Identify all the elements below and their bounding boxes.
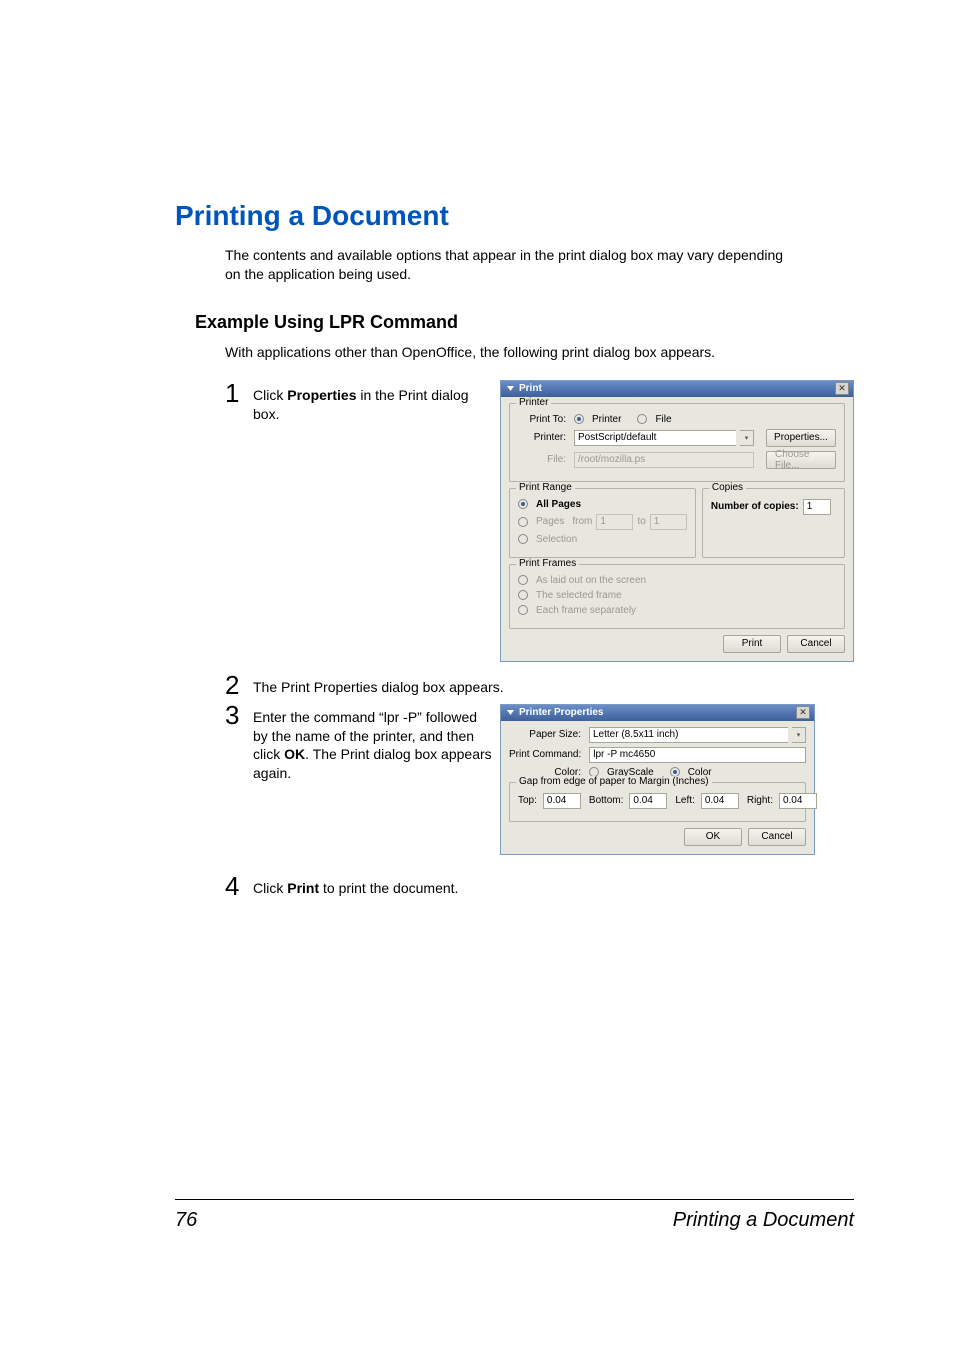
frame-3-radio bbox=[518, 605, 528, 615]
step-4-number: 4 bbox=[225, 873, 253, 899]
footer-page-number: 76 bbox=[175, 1209, 197, 1232]
choose-file-button: Choose File... bbox=[766, 451, 836, 469]
copies-legend: Copies bbox=[709, 482, 746, 493]
step-3-number: 3 bbox=[225, 702, 253, 784]
bottom-label: Bottom: bbox=[589, 795, 623, 806]
chevron-down-icon[interactable]: ▾ bbox=[792, 727, 806, 743]
close-icon[interactable]: ✕ bbox=[835, 382, 849, 395]
section-paragraph: With applications other than OpenOffice,… bbox=[225, 343, 785, 362]
print-range-groupbox: Print Range All Pages Pages from to bbox=[509, 488, 696, 558]
right-input[interactable] bbox=[779, 793, 817, 809]
pages-label: Pages bbox=[536, 516, 564, 527]
print-button[interactable]: Print bbox=[723, 635, 781, 653]
file-label: File: bbox=[518, 454, 566, 465]
from-input bbox=[596, 514, 633, 530]
close-icon[interactable]: ✕ bbox=[796, 706, 810, 719]
step-2-text: The Print Properties dialog box appears. bbox=[253, 672, 753, 697]
props-dialog-titlebar: Printer Properties ✕ bbox=[501, 705, 814, 721]
props-dialog-title: Printer Properties bbox=[519, 707, 796, 718]
ok-button[interactable]: OK bbox=[684, 828, 742, 846]
selection-radio bbox=[518, 534, 528, 544]
section-heading: Example Using LPR Command bbox=[195, 312, 854, 333]
frame-3-label: Each frame separately bbox=[536, 605, 636, 616]
file-radio-label: File bbox=[655, 414, 671, 425]
print-command-input[interactable] bbox=[589, 747, 806, 763]
file-radio[interactable] bbox=[637, 414, 647, 424]
intro-paragraph: The contents and available options that … bbox=[225, 246, 785, 284]
copies-input[interactable] bbox=[803, 499, 831, 515]
step-1-text: Click Properties in the Print dialog box… bbox=[253, 380, 493, 424]
print-range-legend: Print Range bbox=[516, 482, 575, 493]
step-4-text-c: to print the document. bbox=[319, 880, 458, 896]
printer-groupbox: Printer Print To: Printer File Printer: … bbox=[509, 403, 845, 482]
step-3-text: Enter the command “lpr -P” followed by t… bbox=[253, 702, 493, 784]
printer-radio-label: Printer bbox=[592, 414, 621, 425]
frame-1-label: As laid out on the screen bbox=[536, 575, 646, 586]
printer-properties-dialog: Printer Properties ✕ Paper Size: Letter … bbox=[500, 704, 815, 855]
cancel-button[interactable]: Cancel bbox=[787, 635, 845, 653]
dropdown-icon bbox=[505, 708, 515, 718]
paper-size-select[interactable]: Letter (8.5x11 inch) bbox=[589, 727, 788, 743]
chevron-down-icon[interactable]: ▾ bbox=[740, 430, 754, 446]
dropdown-icon bbox=[505, 384, 515, 394]
print-frames-legend: Print Frames bbox=[516, 558, 579, 569]
step-4-text-b: Print bbox=[287, 880, 319, 896]
step-3-text-b: OK bbox=[284, 746, 305, 762]
all-pages-radio[interactable] bbox=[518, 499, 528, 509]
step-4-text: Click Print to print the document. bbox=[253, 873, 753, 898]
print-dialog-title: Print bbox=[519, 383, 835, 394]
selection-label: Selection bbox=[536, 534, 577, 545]
print-dialog-titlebar: Print ✕ bbox=[501, 381, 853, 397]
step-2-number: 2 bbox=[225, 672, 253, 698]
frame-1-radio bbox=[518, 575, 528, 585]
top-input[interactable] bbox=[543, 793, 581, 809]
step-1-number: 1 bbox=[225, 380, 253, 424]
footer-rule bbox=[175, 1199, 854, 1200]
step-4-text-a: Click bbox=[253, 880, 287, 896]
num-copies-label: Number of copies: bbox=[711, 501, 799, 512]
from-label: from bbox=[572, 516, 592, 527]
file-input: /root/mozilla.ps bbox=[574, 452, 754, 468]
printer-legend: Printer bbox=[516, 397, 551, 408]
margin-groupbox: Gap from edge of paper to Margin (Inches… bbox=[509, 782, 806, 822]
bottom-input[interactable] bbox=[629, 793, 667, 809]
print-frames-groupbox: Print Frames As laid out on the screen T… bbox=[509, 564, 845, 629]
margin-legend: Gap from edge of paper to Margin (Inches… bbox=[516, 776, 712, 787]
copies-groupbox: Copies Number of copies: bbox=[702, 488, 845, 558]
to-input bbox=[650, 514, 687, 530]
step-1-text-a: Click bbox=[253, 387, 287, 403]
print-to-label: Print To: bbox=[518, 414, 566, 425]
properties-button[interactable]: Properties... bbox=[766, 429, 836, 447]
pages-radio[interactable] bbox=[518, 517, 528, 527]
print-dialog: Print ✕ Printer Print To: Printer File bbox=[500, 380, 854, 662]
page-title: Printing a Document bbox=[175, 200, 854, 232]
page-footer: 76 Printing a Document bbox=[175, 1209, 854, 1232]
printer-label: Printer: bbox=[518, 432, 566, 443]
left-input[interactable] bbox=[701, 793, 739, 809]
footer-title: Printing a Document bbox=[673, 1209, 854, 1232]
right-label: Right: bbox=[747, 795, 773, 806]
top-label: Top: bbox=[518, 795, 537, 806]
paper-size-label: Paper Size: bbox=[509, 729, 581, 740]
frame-2-label: The selected frame bbox=[536, 590, 622, 601]
frame-2-radio bbox=[518, 590, 528, 600]
left-label: Left: bbox=[675, 795, 694, 806]
cancel-button[interactable]: Cancel bbox=[748, 828, 806, 846]
all-pages-label: All Pages bbox=[536, 499, 581, 510]
step-1-text-b: Properties bbox=[287, 387, 356, 403]
printer-radio[interactable] bbox=[574, 414, 584, 424]
printer-select[interactable]: PostScript/default bbox=[574, 430, 736, 446]
print-command-label: Print Command: bbox=[509, 749, 581, 760]
to-label: to bbox=[637, 516, 645, 527]
